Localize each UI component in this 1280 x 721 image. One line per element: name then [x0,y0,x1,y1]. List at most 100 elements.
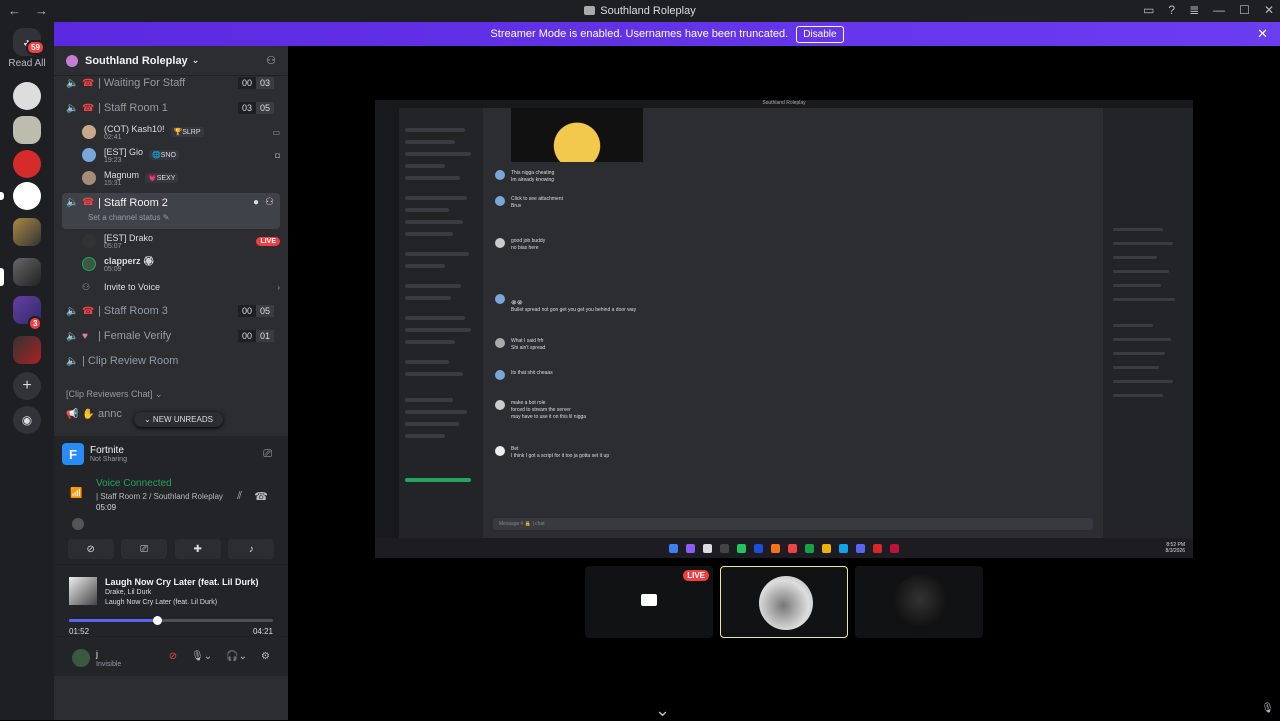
progress-fill [69,619,157,622]
megaphone-icon: 📢 [66,408,79,420]
screen-icon: ▭ [272,127,280,137]
progress-knob[interactable] [152,616,162,625]
activity-card[interactable]: F Fortnite Not Sharing ⎚ [54,436,288,472]
channel-female-verify[interactable]: 🔈 ♥ | Female Verify 00 01 [62,325,280,347]
phone-icon: ☎ [82,102,95,114]
inbox-icon[interactable]: ▭ [1143,3,1154,17]
duck-image [511,108,643,162]
channel-clip-review-room[interactable]: 🔈 | Clip Review Room [62,350,280,372]
server-folder-icon[interactable] [13,258,41,286]
server-name: Southland Roleplay [85,54,188,67]
gear-icon[interactable]: ⚙ [261,651,270,662]
monitor-icon [641,594,657,606]
participant-tile[interactable] [720,566,848,638]
phone-icon: ☎ [82,77,95,89]
server-icon[interactable] [13,116,41,144]
avatar [495,400,505,410]
noise-suppression-icon[interactable]: ⫽ [237,490,242,503]
stream-member-list [1103,108,1193,538]
camera-off-icon[interactable]: ⊘ [67,539,114,559]
channel-waiting-for-staff[interactable]: 🔈 ☎ | Waiting For Staff 00 03 [62,76,280,94]
voice-user[interactable]: clapperz 🏵 05:09 [82,253,280,275]
phone-icon: ☎ [82,305,95,317]
progress-bar[interactable] [69,616,273,625]
stream-stage: Southland Roleplay This nigga cheating Im… [288,46,1280,720]
back-arrow-icon[interactable]: ← [8,3,21,18]
new-unreads-button[interactable]: ⌄ NEW UNREADS [134,412,223,427]
server-folder-icon[interactable] [13,336,41,364]
phone-icon: ☎ [82,197,95,208]
activities-icon[interactable]: ✚ [174,539,221,559]
mic-icon[interactable]: 🎙 [1261,703,1274,714]
voice-user[interactable]: [EST] Gio 19:23 🌐SNO ◘ [82,144,280,166]
window-title: Southland Roleplay [0,5,1280,17]
server-icon[interactable] [13,182,41,210]
channel-staff-room-2[interactable]: 🔈 ☎ | Staff Room 2 ● ⚇ Set a channel statu… [62,193,280,229]
streamer-mode-banner: Streamer Mode is enabled. Usernames have… [54,22,1280,46]
hand-icon: ✋ [82,408,95,420]
add-server-icon[interactable]: + [13,372,41,400]
disconnect-icon[interactable]: ☎ [254,490,268,503]
mic-icon[interactable]: 🎙⌄ [191,651,212,662]
voice-user[interactable]: (COT) Kash10! 02:41 🏆SLRP ▭ [82,121,280,143]
chevron-down-icon[interactable]: ⌄ [655,700,670,721]
server-icon[interactable] [13,150,41,178]
headphones-icon[interactable]: 🎧⌄ [226,651,247,662]
channel-staff-room-3[interactable]: 🔈 ☎ | Staff Room 3 00 05 [62,300,280,322]
speaker-icon: 🔈 [66,102,79,114]
server-icon[interactable] [13,82,41,110]
avatar [495,196,505,206]
avatar [893,575,947,629]
minimize-icon[interactable]: — [1213,3,1225,17]
list-icon[interactable]: ≣ [1189,3,1199,17]
avatar [495,238,505,248]
speaker-icon: 🔈 [66,305,79,317]
avatar [82,125,96,139]
server-folder-icon[interactable] [13,218,41,246]
voice-connected-panel: 📶 Voice Connected | Staff Room 2 / South… [54,472,288,534]
stream-tile[interactable]: LIVE [585,566,713,638]
soundboard-icon[interactable]: ♪ [228,539,275,559]
close-window-icon[interactable]: ✕ [1264,3,1274,17]
voice-user[interactable]: Magnum 15:31 💗SEXY [82,167,280,189]
share-screen-icon[interactable]: ⎚ [263,448,272,461]
invite-people-icon[interactable]: ⚇ [266,54,276,67]
live-badge: LIVE [683,570,709,581]
server-header[interactable]: Southland Roleplay ⌄ ⚇ [54,46,288,76]
chat-bubble-icon[interactable]: ● [253,197,259,208]
category-clip-reviewers-chat[interactable]: [Clip Reviewers Chat] ⌄ [66,389,163,400]
avatar[interactable] [72,649,90,667]
mention-badge: 3 [28,316,43,331]
avatar [495,446,505,456]
disable-button[interactable]: Disable [796,25,844,43]
live-badge: LIVE [256,236,280,246]
stream-taskbar: 8:52 PM 8/3/2026 [375,538,1193,558]
server-indicator [0,268,4,286]
participant-tile[interactable] [855,566,983,638]
server-indicator [0,192,4,200]
close-icon[interactable]: ✕ [1257,26,1268,42]
headset-icon: ◘ [275,150,280,160]
fortnite-icon: F [62,443,84,465]
add-user-icon[interactable]: ⚇ [265,197,274,208]
server-logo [66,54,78,67]
album-art [69,577,97,605]
mic-muted-icon[interactable]: ⊘ [169,651,177,662]
channel-staff-room-1[interactable]: 🔈 ☎ | Staff Room 1 03 05 [62,97,280,119]
voice-channel-link[interactable]: | Staff Room 2 / Southland Roleplay [96,492,223,501]
maximize-icon[interactable]: ☐ [1239,3,1250,17]
forward-arrow-icon[interactable]: → [35,3,48,18]
screen-share-view[interactable]: Southland Roleplay This nigga cheating Im… [375,100,1193,558]
invite-to-voice[interactable]: ⚇ Invite to Voice › [82,276,280,298]
discover-icon[interactable]: ◉ [13,406,41,434]
avatar [82,257,96,271]
share-screen-icon[interactable]: ⎚ [121,539,168,559]
help-icon[interactable]: ? [1168,3,1175,17]
voice-user[interactable]: [EST] Drako 05:07 LIVE [82,230,280,252]
voice-controls: ⊘ ⎚ ✚ ♪ [54,534,288,564]
read-all-button[interactable]: Read All [0,58,54,69]
channel-status[interactable]: Set a channel status ✎ [88,213,169,222]
stream-server-rail [375,108,399,538]
spotify-player: Laugh Now Cry Later (feat. Lil Durk) Dra… [54,564,288,636]
speaker-icon: 🔈 [66,355,79,367]
